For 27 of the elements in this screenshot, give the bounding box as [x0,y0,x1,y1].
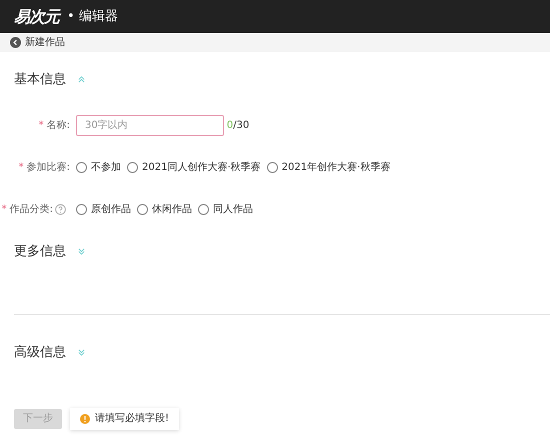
required-mark: * [38,119,44,133]
back-link[interactable]: 新建作品 [10,35,65,50]
logo: 易次元 [14,6,59,28]
radio-option[interactable]: 原创作品 [76,202,131,217]
radio-option[interactable]: 同人作品 [198,202,253,217]
name-input[interactable]: 30字以内 [76,115,224,136]
header-title: • 编辑器 [67,8,118,26]
radio-option[interactable]: 不参加 [76,160,121,175]
help-icon[interactable] [55,204,66,215]
section-title: 更多信息 [14,242,66,260]
section-title: 基本信息 [14,71,66,89]
section-title: 高级信息 [14,344,66,362]
radio-option[interactable]: 2021同人创作大赛·秋季赛 [127,160,261,175]
field-label: 名称: [46,119,70,133]
collapse-icon[interactable] [78,76,85,84]
required-mark: * [2,203,7,217]
expand-icon[interactable] [78,349,85,356]
back-icon [10,37,21,48]
expand-icon[interactable] [78,248,85,255]
radio-option[interactable]: 2021年创作大赛·秋季赛 [266,160,390,175]
character-count: 0/30 [226,119,250,133]
field-label: 参加比赛: [26,160,70,175]
radio-option[interactable]: 休闲作品 [137,202,192,217]
warning-icon [80,414,90,424]
required-mark: * [18,161,24,175]
toast-text: 请填写必填字段! [95,412,170,426]
field-label: 作品分类: [10,202,53,217]
